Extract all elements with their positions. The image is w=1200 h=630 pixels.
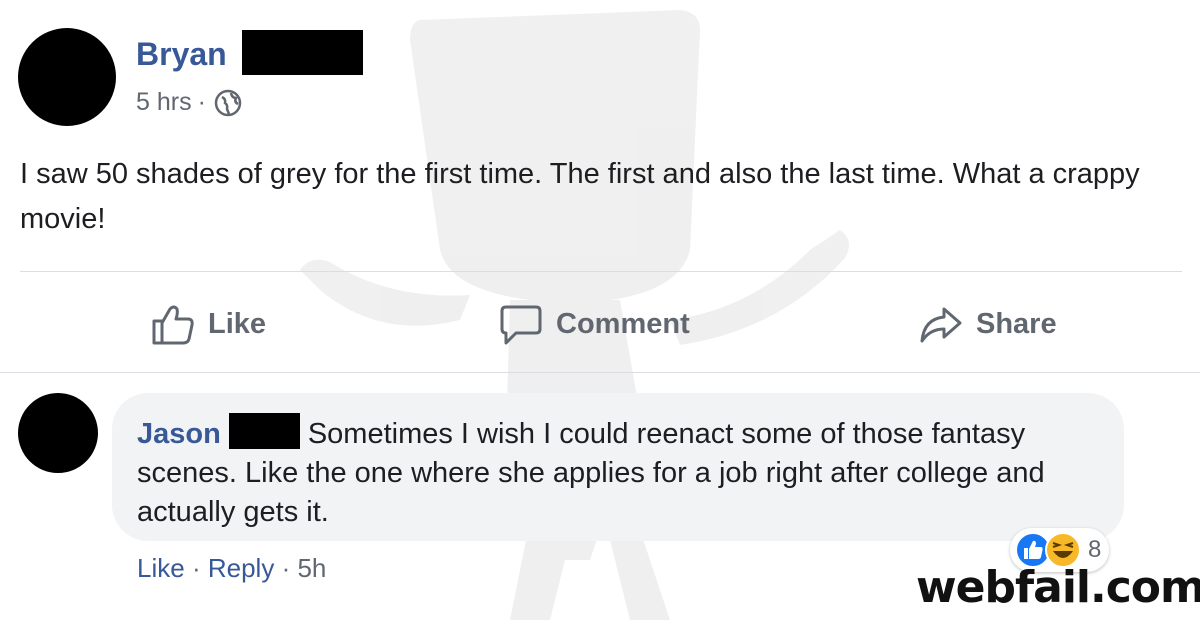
comment-actions: Like · Reply · 5h	[137, 553, 326, 584]
redacted-surname	[242, 30, 363, 75]
commenter-name[interactable]: Jason	[137, 418, 221, 450]
commenter-avatar[interactable]	[18, 393, 98, 473]
thumbs-up-icon	[152, 305, 194, 345]
post-text: I saw 50 shades of grey for the first ti…	[20, 158, 1140, 235]
speech-bubble-icon	[500, 305, 542, 345]
meta-separator: ·	[197, 88, 206, 116]
comment-button[interactable]: Comment	[498, 296, 690, 352]
comment-label: Comment	[556, 307, 690, 340]
comment-content: Jason Sometimes I wish I could reenact so…	[137, 413, 1107, 532]
share-button[interactable]: Share	[918, 296, 1057, 352]
divider	[0, 372, 1200, 373]
separator: ·	[281, 553, 291, 583]
post-meta: 5 hrs ·	[136, 88, 242, 117]
comment-like-link[interactable]: Like	[137, 553, 185, 583]
redacted-surname	[228, 413, 300, 449]
divider	[20, 271, 1182, 272]
avatar[interactable]	[18, 28, 116, 126]
share-label: Share	[976, 307, 1057, 340]
like-button[interactable]: Like	[150, 296, 266, 352]
globe-icon	[214, 89, 242, 116]
like-label: Like	[208, 307, 267, 340]
comment-timestamp[interactable]: 5h	[297, 553, 326, 583]
share-arrow-icon	[920, 307, 962, 343]
webfail-wordmark: webfail.com	[916, 561, 1200, 613]
post-action-bar: Like Comment Share	[0, 296, 1200, 352]
post-author-name[interactable]: Bryan	[136, 36, 227, 73]
separator: ·	[191, 553, 201, 583]
comment-reply-link[interactable]: Reply	[208, 553, 274, 583]
webfail-logo: webfail.com	[912, 556, 1200, 618]
post-timestamp[interactable]: 5 hrs	[136, 88, 192, 117]
